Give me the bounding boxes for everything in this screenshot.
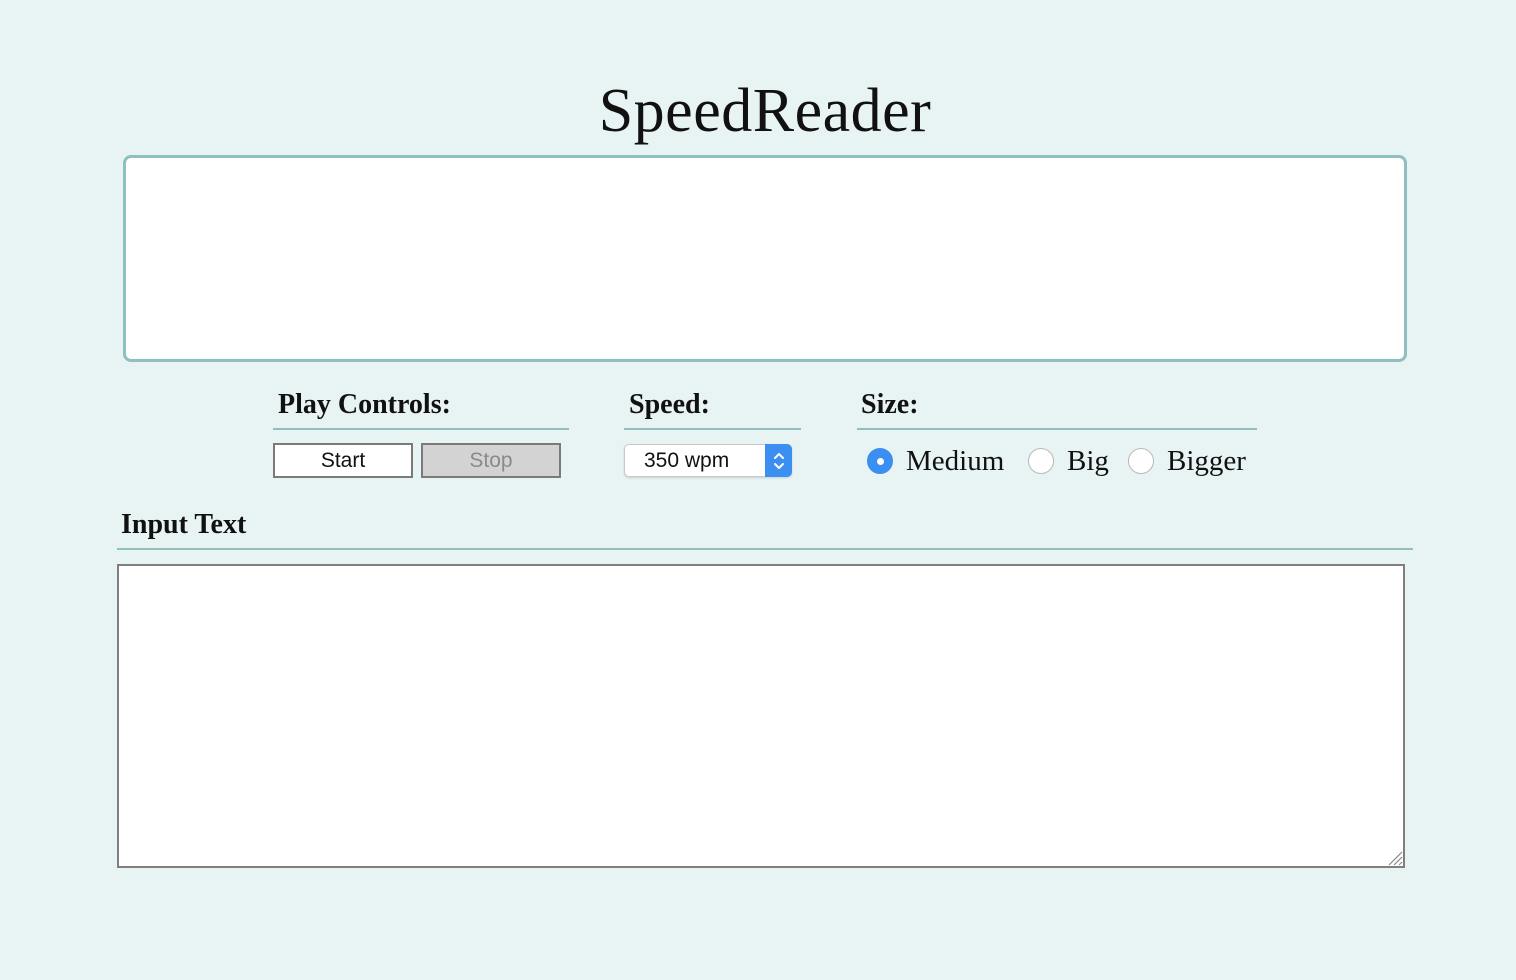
radio-bigger[interactable] [1128, 448, 1154, 474]
size-option-bigger[interactable]: Bigger [1128, 445, 1246, 477]
size-option-label: Bigger [1167, 444, 1246, 477]
up-down-chevron-icon[interactable] [765, 444, 792, 477]
size-option-label: Big [1067, 444, 1109, 477]
input-text-heading: Input Text [121, 509, 247, 540]
speed-heading: Speed: [629, 389, 710, 420]
speed-divider [624, 428, 801, 430]
stop-button[interactable]: Stop [421, 443, 561, 478]
input-textarea[interactable] [117, 564, 1405, 868]
play-controls-heading: Play Controls: [278, 389, 451, 420]
radio-medium[interactable] [867, 448, 893, 474]
radio-big[interactable] [1028, 448, 1054, 474]
size-option-label: Medium [906, 444, 1005, 477]
input-text-divider [117, 548, 1413, 550]
size-option-big[interactable]: Big [1028, 445, 1109, 477]
size-heading: Size: [861, 389, 919, 420]
start-button[interactable]: Start [273, 443, 413, 478]
page-title: SpeedReader [598, 76, 932, 145]
resize-grip-icon[interactable] [1385, 848, 1403, 866]
speed-select-value: 350 wpm [644, 449, 730, 472]
size-divider [857, 428, 1257, 430]
speed-select[interactable]: 350 wpm [624, 444, 792, 477]
play-controls-divider [273, 428, 569, 430]
size-option-medium[interactable]: Medium [867, 445, 1004, 477]
word-display-box [123, 155, 1407, 362]
